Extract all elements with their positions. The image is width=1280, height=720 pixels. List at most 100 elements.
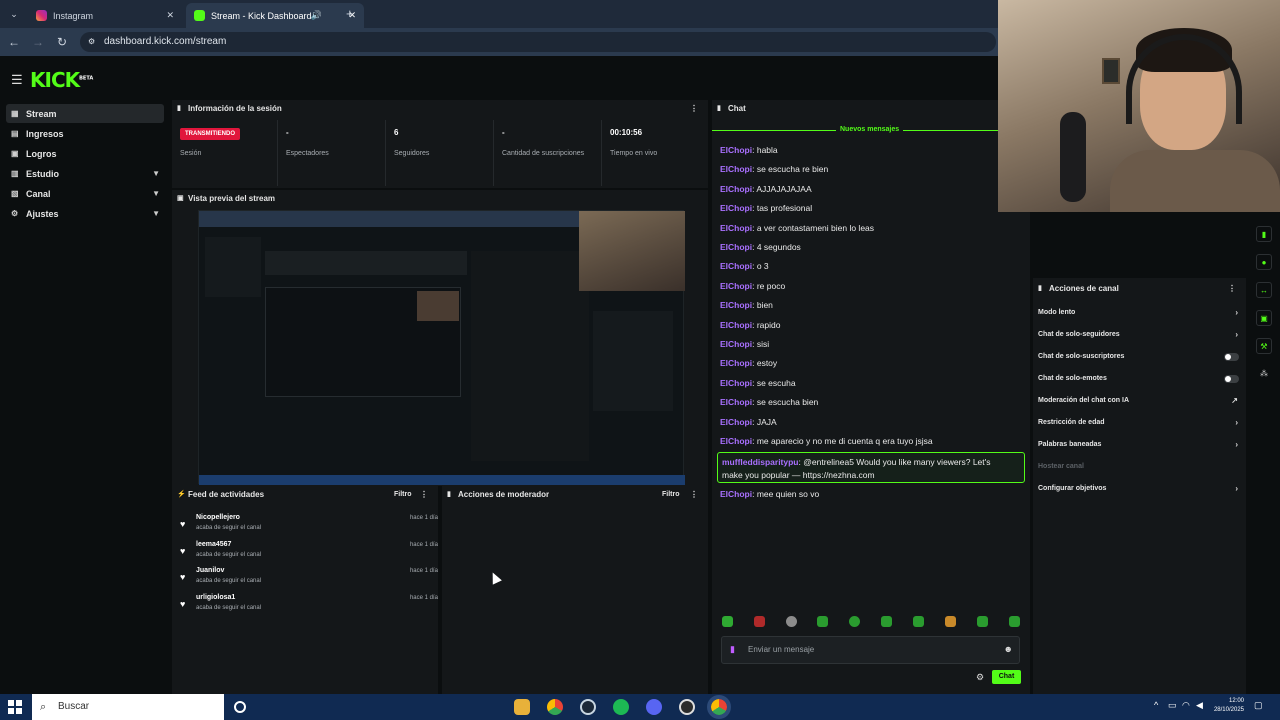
notifications-icon[interactable]: ▢ — [1254, 700, 1263, 711]
follower-name[interactable]: leema4567 — [196, 541, 231, 548]
follower-name[interactable]: Juanilov — [196, 567, 224, 574]
channel-action-item[interactable]: Chat de solo-seguidores › — [1038, 330, 1242, 345]
network-icon[interactable]: ▭ — [1168, 700, 1177, 711]
obs-icon[interactable] — [679, 699, 695, 715]
discord-icon[interactable] — [646, 699, 662, 715]
channel-action-item[interactable]: Modo lento › — [1038, 308, 1242, 323]
mic-icon[interactable]: ▮ — [730, 644, 735, 655]
filter-button[interactable]: Filtro — [394, 486, 412, 504]
channel-action-item[interactable]: Configurar objetivos › — [1038, 484, 1242, 499]
send-chat-button[interactable]: Chat — [992, 670, 1021, 684]
more-options-icon[interactable]: ⋮ — [690, 100, 698, 118]
emote-icon[interactable] — [722, 616, 733, 627]
chat-username[interactable]: ElChopi — [720, 378, 752, 388]
follower-name[interactable]: Nicopellejero — [196, 514, 240, 521]
speaker-icon[interactable]: 🔊 — [311, 10, 322, 21]
more-options-icon[interactable]: ⋮ — [1228, 280, 1236, 298]
chat-username[interactable]: ElChopi — [720, 320, 752, 330]
channel-action-item[interactable]: Restricción de edad › — [1038, 418, 1242, 433]
save-icon[interactable]: ▣ — [1256, 310, 1272, 326]
toggle-switch[interactable] — [1224, 375, 1239, 383]
more-options-icon[interactable]: ⋮ — [420, 486, 428, 504]
sidebar-item-logros[interactable]: ▣ Logros — [6, 144, 164, 163]
chat-username[interactable]: ElChopi — [720, 417, 752, 427]
chat-username[interactable]: ElChopi — [720, 397, 752, 407]
wrench-icon[interactable]: ⚒ — [1256, 338, 1272, 354]
clock[interactable]: 12:00 28/10/2025 — [1204, 697, 1244, 715]
file-explorer-icon[interactable] — [514, 699, 530, 715]
emote-icon[interactable] — [849, 616, 860, 627]
panel-title: Acciones de canal — [1049, 284, 1119, 293]
reload-icon[interactable]: ↻ — [54, 34, 70, 50]
emote-icon[interactable] — [754, 616, 765, 627]
tab-list-button[interactable]: ⌄ — [6, 6, 22, 22]
menu-icon[interactable]: ☰ — [11, 72, 23, 88]
kick-logo[interactable]: KICKBETA — [30, 68, 93, 92]
site-info-icon[interactable]: ⚙ — [88, 32, 95, 52]
emote-icon[interactable] — [817, 616, 828, 627]
emote-icon[interactable] — [1009, 616, 1020, 627]
chat-text: mee quien so vo — [756, 489, 820, 499]
clip-icon[interactable]: ▮ — [1256, 226, 1272, 242]
chat-text: rapido — [756, 319, 781, 330]
sidebar-item-ingresos[interactable]: ▤ Ingresos — [6, 124, 164, 143]
close-icon[interactable]: ✕ — [166, 10, 174, 21]
sidebar-item-estudio[interactable]: ▥ Estudio ▼ — [6, 164, 164, 183]
follower-name[interactable]: urligiolosa1 — [196, 594, 235, 601]
chat-username[interactable]: ElChopi — [720, 489, 752, 499]
chat-bubble-icon[interactable]: ● — [1256, 254, 1272, 270]
chat-username[interactable]: ElChopi — [720, 145, 752, 155]
share-icon[interactable]: ⁂ — [1256, 366, 1272, 382]
toggle-switch[interactable] — [1224, 353, 1239, 361]
chat-settings-icon[interactable]: ⚙ — [976, 672, 984, 683]
more-options-icon[interactable]: ⋮ — [690, 486, 698, 504]
tab-kick-dashboard[interactable]: Stream - Kick Dashboard 🔊 ✕ — [186, 3, 364, 28]
volume-icon[interactable]: ◀ — [1196, 700, 1203, 711]
chat-username[interactable]: ElChopi — [720, 164, 752, 174]
chat-username[interactable]: ElChopi — [720, 358, 752, 368]
wifi-icon[interactable]: ◠ — [1182, 700, 1190, 711]
channel-action-item[interactable]: Chat de solo-emotes — [1038, 375, 1242, 389]
chat-username[interactable]: ElChopi — [720, 300, 752, 310]
chat-username[interactable]: ElChopi — [720, 339, 752, 349]
forward-icon[interactable]: → — [30, 34, 46, 50]
stream-preview-video[interactable] — [198, 210, 685, 485]
chat-username[interactable]: ElChopi — [720, 184, 752, 194]
spotify-icon[interactable] — [613, 699, 629, 715]
emoji-icon[interactable]: ☻ — [1004, 644, 1013, 654]
steam-icon[interactable] — [580, 699, 596, 715]
sidebar-item-canal[interactable]: ▧ Canal ▼ — [6, 184, 164, 203]
chat-username[interactable]: ElChopi — [720, 223, 752, 233]
chat-input[interactable]: ▮ Enviar un mensaje ☻ — [721, 636, 1020, 664]
windows-start-icon[interactable] — [8, 700, 22, 714]
emote-icon[interactable] — [913, 616, 924, 627]
sidebar-item-ajustes[interactable]: ⚙ Ajustes ▼ — [6, 204, 164, 223]
chat-username[interactable]: muffleddisparitypu — [722, 457, 799, 467]
chat-message: ElChopi: bien — [720, 300, 773, 310]
filter-button[interactable]: Filtro — [662, 486, 680, 504]
taskbar-search[interactable]: ⌕ Buscar — [32, 694, 224, 720]
channel-action-item[interactable]: Moderación del chat con IA ↗ — [1038, 396, 1242, 411]
address-bar[interactable]: ⚙ dashboard.kick.com/stream — [80, 32, 996, 52]
emote-icon[interactable] — [786, 616, 797, 627]
emote-icon[interactable] — [945, 616, 956, 627]
chat-username[interactable]: ElChopi — [720, 261, 752, 271]
chat-text: se escucha re bien — [756, 164, 829, 175]
chat-username[interactable]: ElChopi — [720, 436, 752, 446]
emote-icon[interactable] — [977, 616, 988, 627]
chat-username[interactable]: ElChopi — [720, 203, 752, 213]
back-icon[interactable]: ← — [6, 34, 22, 50]
tray-chevron-icon[interactable]: ^ — [1154, 700, 1158, 710]
chrome-active-icon[interactable] — [707, 695, 731, 719]
emote-icon[interactable] — [881, 616, 892, 627]
cortana-icon[interactable] — [234, 701, 246, 713]
channel-action-item[interactable]: Palabras baneadas › — [1038, 440, 1242, 455]
new-tab-button[interactable]: + — [346, 6, 354, 21]
tab-instagram[interactable]: Instagram ✕ — [28, 3, 180, 28]
chat-username[interactable]: ElChopi — [720, 242, 752, 252]
link-icon[interactable]: ↔ — [1256, 282, 1272, 298]
sidebar-item-stream[interactable]: ▦ Stream — [6, 104, 164, 123]
chat-username[interactable]: ElChopi — [720, 281, 752, 291]
chrome-icon[interactable] — [547, 699, 563, 715]
channel-action-item[interactable]: Chat de solo-suscriptores — [1038, 353, 1242, 367]
